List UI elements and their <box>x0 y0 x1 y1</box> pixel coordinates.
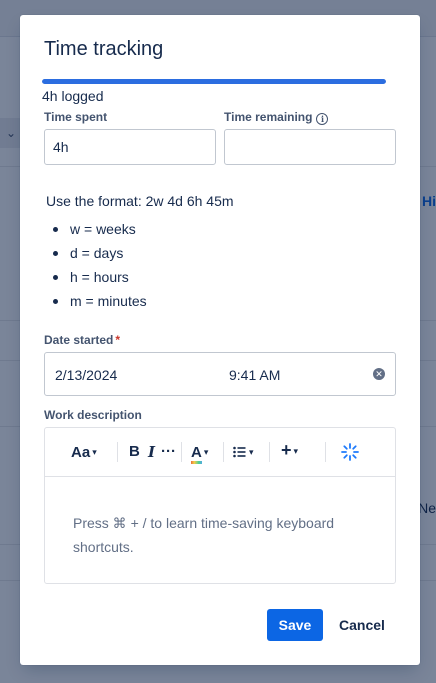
text-style-button[interactable]: Aa ▾ <box>71 442 97 463</box>
plus-icon: + <box>281 440 292 460</box>
bold-button[interactable]: B <box>129 442 140 462</box>
chevron-down-icon: ▾ <box>249 447 254 457</box>
cancel-button[interactable]: Cancel <box>331 609 393 641</box>
time-spent-label: Time spent <box>44 110 108 124</box>
format-help-text: Use the format: 2w 4d 6h 45m <box>46 193 234 209</box>
bullet-list-icon <box>233 446 246 458</box>
toolbar-divider <box>325 442 326 462</box>
toolbar-divider <box>117 442 118 462</box>
list-item: m = minutes <box>46 291 147 315</box>
format-help-list: w = weeks d = days h = hours m = minutes <box>46 219 147 315</box>
list-item: h = hours <box>46 267 147 291</box>
list-item: d = days <box>46 243 147 267</box>
time-remaining-label: Time remaining i <box>224 109 329 125</box>
time-spent-input[interactable] <box>44 129 216 165</box>
work-description-editor[interactable]: Aa ▾ B I ··· A ▾ ▾ + ▾ Press ⌘ + / to le… <box>44 427 396 584</box>
time-tracking-dialog: Time tracking 4h logged Time spent Time … <box>20 15 420 665</box>
work-description-label: Work description <box>44 408 142 422</box>
text-color-label: A <box>191 444 202 464</box>
chevron-down-icon: ▾ <box>203 447 209 457</box>
time-progress-fill <box>42 79 386 84</box>
time-picker-value[interactable]: 9:41 AM <box>229 367 280 383</box>
chevron-down-icon: ▾ <box>92 447 97 457</box>
editor-placeholder[interactable]: Press ⌘ + / to learn time-saving keyboar… <box>73 511 363 559</box>
time-remaining-label-text: Time remaining <box>224 110 313 124</box>
sparkle-loading-icon <box>341 443 359 461</box>
toolbar-divider <box>181 442 182 462</box>
required-marker: * <box>115 333 121 347</box>
time-progress-bar <box>42 79 386 84</box>
more-formatting-button[interactable]: ··· <box>161 442 176 462</box>
date-started-label-text: Date started <box>44 333 114 347</box>
logged-summary: 4h logged <box>42 88 104 104</box>
text-style-label: Aa <box>71 444 91 461</box>
info-icon[interactable]: i <box>316 113 329 125</box>
date-picker-value[interactable]: 2/13/2024 <box>55 367 117 383</box>
italic-button[interactable]: I <box>148 442 155 462</box>
list-button[interactable]: ▾ <box>233 442 254 463</box>
chevron-down-icon: ▾ <box>293 446 299 456</box>
dialog-title: Time tracking <box>44 38 164 60</box>
save-button[interactable]: Save <box>267 609 323 641</box>
toolbar-divider <box>223 442 224 462</box>
clear-date-icon[interactable]: ✕ <box>373 368 385 380</box>
date-started-label: Date started * <box>44 332 120 348</box>
list-item: w = weeks <box>46 219 147 243</box>
ai-assist-button[interactable] <box>341 443 359 467</box>
time-remaining-input[interactable] <box>224 129 396 165</box>
toolbar-divider <box>269 442 270 462</box>
insert-button[interactable]: + ▾ <box>281 440 298 461</box>
text-color-button[interactable]: A ▾ <box>191 442 209 464</box>
editor-toolbar: Aa ▾ B I ··· A ▾ ▾ + ▾ <box>45 428 395 477</box>
date-started-field[interactable]: 2/13/2024 9:41 AM ✕ <box>44 352 396 396</box>
